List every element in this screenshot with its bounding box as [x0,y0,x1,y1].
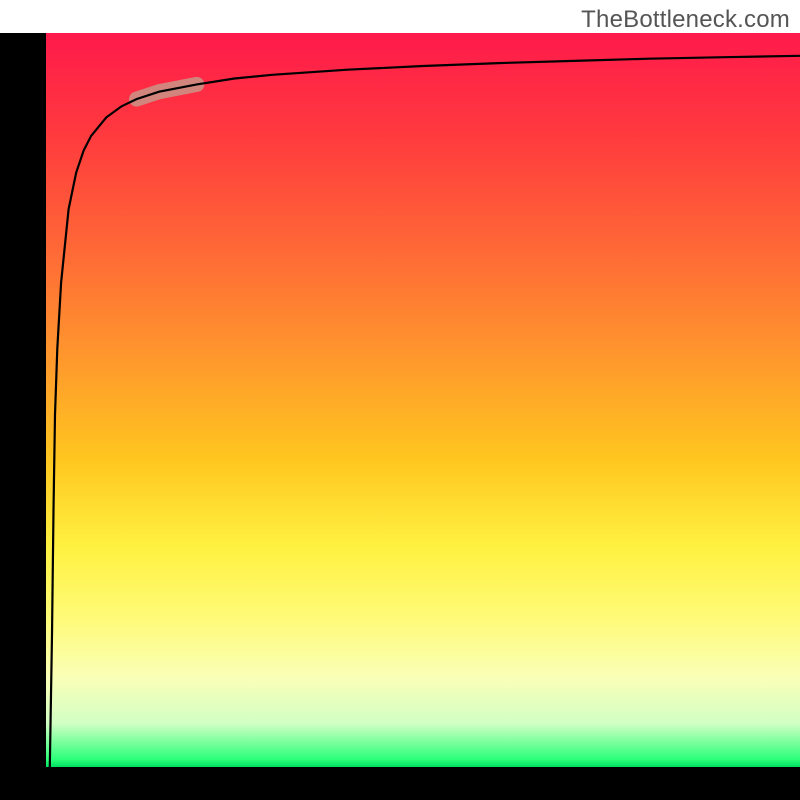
x-axis-band [0,767,800,800]
plot-gradient [46,33,800,767]
chart-container: TheBottleneck.com [0,0,800,800]
y-axis-band [0,33,46,767]
watermark-label: TheBottleneck.com [581,6,790,34]
